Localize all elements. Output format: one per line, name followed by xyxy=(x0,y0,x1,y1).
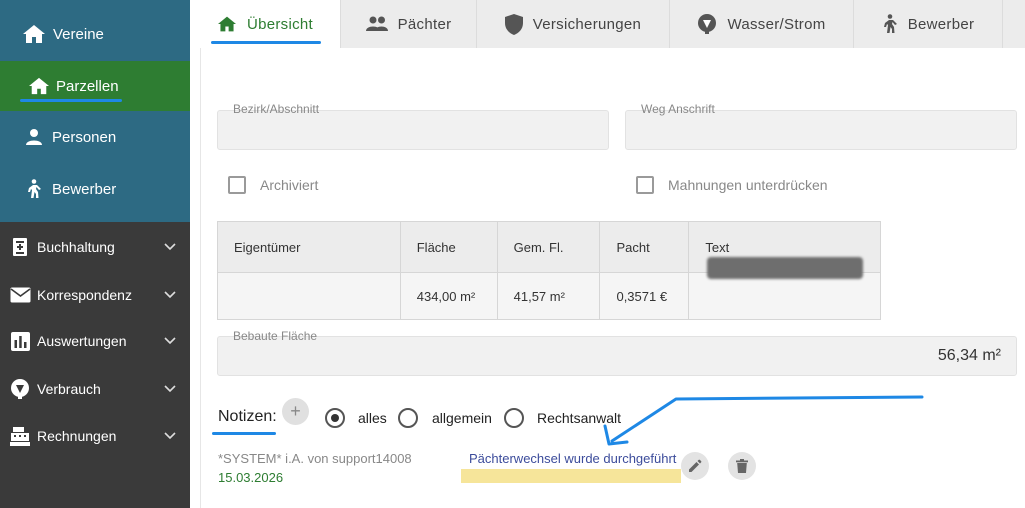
weg-anschrift-label: Weg Anschrift xyxy=(641,102,715,116)
chevron-down-icon xyxy=(164,337,176,345)
sidebar-group-buchhaltung[interactable]: Buchhaltung xyxy=(0,224,190,270)
shield-icon xyxy=(504,13,523,35)
tab-label: Übersicht xyxy=(246,15,314,33)
plus-icon: + xyxy=(290,401,301,421)
filter-label-allgemein: allgemein xyxy=(432,410,492,426)
sidebar-item-label: Personen xyxy=(52,128,117,146)
tab-versicherungen[interactable]: Versicherungen xyxy=(477,0,670,48)
sidebar-item-bewerber[interactable]: Bewerber xyxy=(0,165,190,213)
tab-label: Pächter xyxy=(397,15,452,33)
bezirk-field[interactable] xyxy=(217,110,609,150)
bar-chart-icon xyxy=(11,331,30,351)
mahnungen-label: Mahnungen unterdrücken xyxy=(668,177,828,193)
archiviert-checkbox-row[interactable]: Archiviert xyxy=(228,176,318,194)
sidebar-item-parzellen[interactable]: Parzellen xyxy=(0,61,190,111)
chevron-down-icon xyxy=(164,432,176,440)
tab-wasser-strom[interactable]: Wasser/Strom xyxy=(670,0,854,48)
column-header: Eigentümer xyxy=(217,221,401,273)
chevron-down-icon xyxy=(164,291,176,299)
annotation-underline xyxy=(211,41,321,44)
column-header: Gem. Fl. xyxy=(496,221,601,273)
delete-note-button[interactable] xyxy=(728,452,756,480)
sidebar-group-label: Rechnungen xyxy=(37,428,117,444)
sidebar-group-label: Auswertungen xyxy=(37,333,127,349)
note-author: *SYSTEM* i.A. von support14008 xyxy=(218,451,412,466)
filter-radio-allgemein[interactable] xyxy=(398,408,418,428)
note-date: 15.03.2026 xyxy=(218,470,284,485)
trash-icon xyxy=(736,459,748,473)
filter-label-rechtsanwalt: Rechtsanwalt xyxy=(537,410,622,426)
chevron-down-icon xyxy=(164,385,176,393)
table-cell-flaeche: 434,00 m² xyxy=(399,272,498,320)
home-icon xyxy=(29,77,49,95)
bebaute-flaeche-value: 56,34 m² xyxy=(937,347,1001,364)
column-header: Fläche xyxy=(399,221,498,273)
sidebar-group-label: Verbrauch xyxy=(37,381,101,397)
tab-label: Bewerber xyxy=(907,15,975,33)
walking-person-icon xyxy=(883,14,897,33)
table-cell-text xyxy=(688,272,881,320)
annotation-underline xyxy=(212,432,276,435)
bebaute-flaeche-field xyxy=(217,336,1017,376)
sidebar-group-label: Buchhaltung xyxy=(37,239,115,255)
sidebar-group-verbrauch[interactable]: Verbrauch xyxy=(0,366,190,412)
people-icon xyxy=(365,16,388,31)
mahnungen-checkbox[interactable] xyxy=(636,176,654,194)
pencil-icon xyxy=(689,459,702,472)
home-icon xyxy=(23,25,45,43)
add-note-button[interactable]: + xyxy=(282,398,309,425)
table-cell-owner xyxy=(217,272,401,320)
annotation-underline xyxy=(20,99,122,102)
sidebar-group-rechnungen[interactable]: Rechnungen xyxy=(0,413,190,459)
mahnungen-checkbox-row[interactable]: Mahnungen unterdrücken xyxy=(636,176,828,194)
sidebar-group-label: Korrespondenz xyxy=(37,287,132,303)
archiviert-checkbox[interactable] xyxy=(228,176,246,194)
sidebar-item-label: Vereine xyxy=(53,25,104,43)
filter-label-alles: alles xyxy=(358,410,387,426)
redacted-text xyxy=(707,257,863,279)
table-row[interactable]: 434,00 m² 41,57 m² 0,3571 € xyxy=(217,272,881,320)
tab-label: Wasser/Strom xyxy=(727,15,826,33)
meter-icon xyxy=(698,14,717,34)
person-icon xyxy=(26,129,42,145)
bezirk-label: Bezirk/Abschnitt xyxy=(233,102,320,116)
sidebar-group-auswertungen[interactable]: Auswertungen xyxy=(0,318,190,364)
ledger-icon xyxy=(13,238,27,256)
column-header: Pacht xyxy=(599,221,690,273)
cash-register-icon xyxy=(10,426,30,446)
weg-anschrift-field[interactable] xyxy=(625,110,1017,150)
chevron-down-icon xyxy=(164,243,176,251)
tab-bewerber[interactable]: Bewerber xyxy=(854,0,1003,48)
sidebar-item-label: Bewerber xyxy=(52,180,117,198)
table-cell-pacht: 0,3571 € xyxy=(599,272,690,320)
sidebar-item-vereine[interactable]: Vereine xyxy=(0,10,190,58)
sidebar-item-label: Parzellen xyxy=(56,77,119,95)
tab-paechter[interactable]: Pächter xyxy=(341,0,477,48)
sidebar-group-korrespondenz[interactable]: Korrespondenz xyxy=(0,272,190,318)
filter-radio-alles[interactable] xyxy=(325,408,345,428)
filter-radio-rechtsanwalt[interactable] xyxy=(504,408,524,428)
bebaute-flaeche-label: Bebaute Fläche xyxy=(233,329,318,343)
meter-icon xyxy=(11,379,29,399)
tab-label: Versicherungen xyxy=(532,15,642,33)
sidebar-item-personen[interactable]: Personen xyxy=(0,113,190,161)
table-cell-gem-fl: 41,57 m² xyxy=(496,272,601,320)
notes-title: Notizen: xyxy=(218,408,277,425)
note-text: Pächterwechsel wurde durchgeführt xyxy=(469,451,677,466)
mail-icon xyxy=(10,287,31,303)
edit-note-button[interactable] xyxy=(681,452,709,480)
home-icon xyxy=(217,16,236,32)
walking-person-icon xyxy=(28,179,41,198)
archiviert-label: Archiviert xyxy=(260,177,319,193)
sidebar: Vereine Parzellen Personen Bewerber Buch… xyxy=(0,0,190,508)
highlight-marker xyxy=(461,469,681,483)
